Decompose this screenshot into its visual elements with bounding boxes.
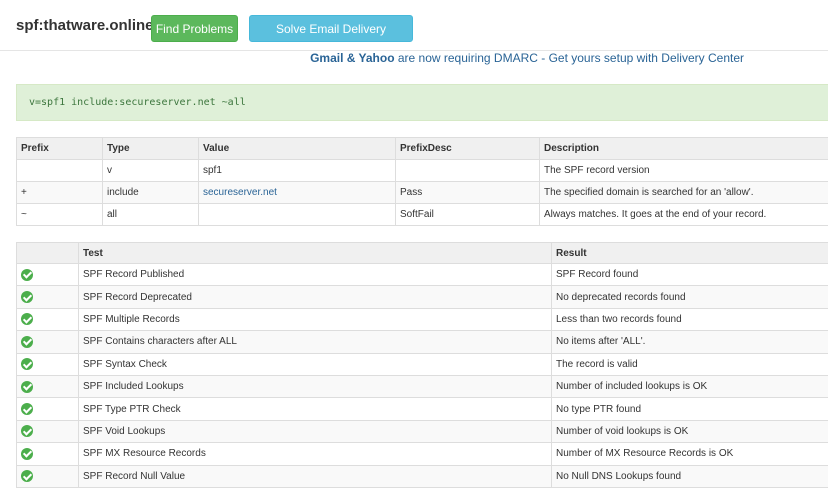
result-cell: No deprecated records found xyxy=(551,285,828,309)
page: spf:thatware.online Find Problems Solve … xyxy=(0,0,828,490)
table-row: SPF Multiple Records Less than two record… xyxy=(16,307,828,332)
status-cell xyxy=(16,352,79,376)
result-cell: No items after 'ALL'. xyxy=(551,330,828,354)
column-header-test[interactable]: Test xyxy=(78,242,552,264)
table-row: SPF Contains characters after ALL No item… xyxy=(16,330,828,354)
table-row: SPF Record Deprecated No deprecated recor… xyxy=(16,285,828,309)
test-cell: SPF Contains characters after ALL xyxy=(78,330,552,354)
dmarc-notice-link[interactable]: Gmail & Yahoo are now requiring DMARC - … xyxy=(0,51,744,65)
solve-email-delivery-button[interactable]: Solve Email Delivery Problems xyxy=(249,15,413,63)
check-circle-icon xyxy=(21,380,33,393)
value-cell xyxy=(198,203,396,226)
table-header-row: Test Result xyxy=(16,242,828,264)
table-row: SPF Included Lookups Number of included l… xyxy=(16,374,828,399)
test-cell: SPF Included Lookups xyxy=(78,374,552,399)
test-cell: SPF Record Deprecated xyxy=(78,285,552,309)
check-circle-icon xyxy=(21,358,33,371)
check-circle-icon xyxy=(21,403,33,416)
check-circle-icon xyxy=(21,470,33,483)
table-row: v spf1 The SPF record version xyxy=(16,159,828,182)
check-circle-icon xyxy=(21,425,33,438)
test-cell: SPF Type PTR Check xyxy=(78,397,552,421)
notice-highlight: Gmail & Yahoo xyxy=(310,51,395,65)
result-cell: Number of included lookups is OK xyxy=(551,374,828,399)
test-cell: SPF Record Null Value xyxy=(78,464,552,488)
value-cell: secureserver.net xyxy=(198,181,396,204)
result-cell: Number of void lookups is OK xyxy=(551,419,828,444)
column-header-prefix[interactable]: Prefix xyxy=(16,137,103,160)
type-cell: v xyxy=(102,159,199,182)
check-circle-icon xyxy=(21,335,33,348)
result-cell: Less than two records found xyxy=(551,307,828,332)
status-cell xyxy=(16,419,79,444)
status-cell xyxy=(16,307,79,332)
column-header-type[interactable]: Type xyxy=(102,137,199,160)
check-circle-icon xyxy=(21,447,33,460)
page-title: spf:thatware.online xyxy=(16,17,154,34)
test-cell: SPF MX Resource Records xyxy=(78,442,552,466)
result-cell: No type PTR found xyxy=(551,397,828,421)
value-cell: spf1 xyxy=(198,159,396,182)
table-row: ~ all SoftFail Always matches. It goes a… xyxy=(16,203,828,226)
status-cell xyxy=(16,464,79,488)
spf-record-box: v=spf1 include:secureserver.net ~all xyxy=(16,84,828,121)
prefixdesc-cell: SoftFail xyxy=(395,203,540,226)
page-header: spf:thatware.online Find Problems Solve … xyxy=(0,0,828,63)
status-cell xyxy=(16,442,79,466)
column-header-result[interactable]: Result xyxy=(551,242,828,264)
status-cell xyxy=(16,397,79,421)
find-problems-button[interactable]: Find Problems xyxy=(151,15,238,42)
table-row: SPF Record Published SPF Record found xyxy=(16,262,828,287)
table-row: + include secureserver.net Pass The spec… xyxy=(16,181,828,204)
description-cell: Always matches. It goes at the end of yo… xyxy=(539,203,828,226)
description-cell: The SPF record version xyxy=(539,159,828,182)
spf-record-table: Prefix Type Value PrefixDesc Description… xyxy=(16,137,828,226)
status-cell xyxy=(16,330,79,354)
prefix-cell: + xyxy=(16,181,103,204)
test-cell: SPF Void Lookups xyxy=(78,419,552,444)
result-cell: Number of MX Resource Records is OK xyxy=(551,442,828,466)
table-row: SPF Syntax Check The record is valid xyxy=(16,352,828,376)
check-circle-icon xyxy=(21,268,33,281)
type-cell: include xyxy=(102,181,199,204)
column-header-description[interactable]: Description xyxy=(539,137,828,160)
column-header-prefixdesc[interactable]: PrefixDesc xyxy=(395,137,540,160)
result-cell: SPF Record found xyxy=(551,262,828,287)
table-row: SPF MX Resource Records Number of MX Reso… xyxy=(16,442,828,466)
result-cell: The record is valid xyxy=(551,352,828,376)
status-cell xyxy=(16,285,79,309)
table-row: SPF Void Lookups Number of void lookups i… xyxy=(16,419,828,444)
test-cell: SPF Multiple Records xyxy=(78,307,552,332)
prefix-cell xyxy=(16,159,103,182)
status-cell xyxy=(16,374,79,399)
table-row: SPF Record Null Value No Null DNS Lookups… xyxy=(16,464,828,488)
test-cell: SPF Syntax Check xyxy=(78,352,552,376)
prefix-cell: ~ xyxy=(16,203,103,226)
spf-test-results-table: Test Result SPF Record Published SPF Reco… xyxy=(16,242,828,488)
check-circle-icon xyxy=(21,313,33,326)
table-row: SPF Type PTR Check No type PTR found xyxy=(16,397,828,421)
result-cell: No Null DNS Lookups found xyxy=(551,464,828,488)
status-cell xyxy=(16,262,79,287)
prefixdesc-cell xyxy=(395,159,540,182)
test-cell: SPF Record Published xyxy=(78,262,552,287)
check-circle-icon xyxy=(21,291,33,304)
description-cell: The specified domain is searched for an … xyxy=(539,181,828,204)
table-header-row: Prefix Type Value PrefixDesc Description xyxy=(16,137,828,160)
prefixdesc-cell: Pass xyxy=(395,181,540,204)
secureserver-link[interactable]: secureserver.net xyxy=(203,187,277,198)
column-header-value[interactable]: Value xyxy=(198,137,396,160)
column-header-status xyxy=(16,242,79,264)
type-cell: all xyxy=(102,203,199,226)
notice-text: are now requiring DMARC - Get yours setu… xyxy=(394,51,744,65)
